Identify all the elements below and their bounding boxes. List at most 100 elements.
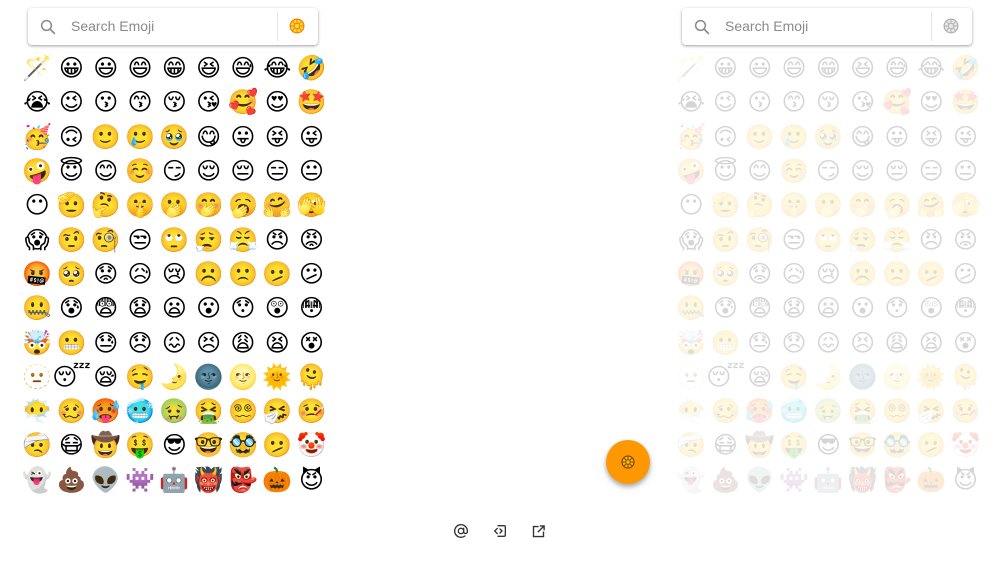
right-emoji-button[interactable]: 😇: [708, 154, 742, 188]
left-emoji-button[interactable]: 😦: [157, 291, 191, 325]
left-emoji-button[interactable]: 😒: [123, 222, 157, 256]
left-emoji-button[interactable]: 😔: [226, 154, 260, 188]
right-emoji-button[interactable]: 😍: [914, 85, 948, 119]
left-emoji-button[interactable]: 🥰: [226, 85, 260, 119]
right-emoji-button[interactable]: 😱: [674, 222, 708, 256]
left-emoji-button[interactable]: 🤪: [20, 154, 54, 188]
right-emoji-button[interactable]: 😐: [948, 154, 982, 188]
left-emoji-button[interactable]: 👺: [226, 463, 260, 497]
right-emoji-button[interactable]: 👺: [880, 463, 914, 497]
left-emoji-button[interactable]: 😌: [191, 154, 225, 188]
right-emoji-button[interactable]: 🤢: [811, 394, 845, 428]
left-emoji-button[interactable]: 🌞: [260, 360, 294, 394]
right-emoji-button[interactable]: 😟: [743, 257, 777, 291]
left-emoji-button[interactable]: 🤑: [123, 428, 157, 462]
right-emoji-button[interactable]: ☹️: [845, 257, 879, 291]
right-emoji-button[interactable]: 🤭: [845, 188, 879, 222]
right-emoji-button[interactable]: 😓: [743, 325, 777, 359]
left-emoji-button[interactable]: 🤖: [157, 463, 191, 497]
left-emoji-button[interactable]: 😵‍💫: [226, 394, 260, 428]
right-emoji-button[interactable]: 🥸: [880, 428, 914, 462]
right-emoji-button[interactable]: 🤬: [674, 257, 708, 291]
right-emoji-button[interactable]: 😆: [845, 51, 879, 85]
left-emoji-button[interactable]: 😱: [20, 222, 54, 256]
left-emoji-button[interactable]: 😞: [123, 325, 157, 359]
left-emoji-button[interactable]: 🥲: [123, 120, 157, 154]
contact-link[interactable]: [451, 521, 471, 541]
left-emoji-button[interactable]: 🤩: [294, 85, 328, 119]
right-emoji-button[interactable]: 🤕: [674, 428, 708, 462]
right-emoji-button[interactable]: 🥹: [811, 120, 845, 154]
right-emoji-button[interactable]: 😉: [708, 85, 742, 119]
right-emoji-button[interactable]: 🫤: [914, 428, 948, 462]
left-emoji-button[interactable]: 🫤: [260, 428, 294, 462]
left-emoji-button[interactable]: 🥶: [123, 394, 157, 428]
left-emoji-button[interactable]: 😇: [54, 154, 88, 188]
right-emoji-button[interactable]: 😨: [743, 291, 777, 325]
right-emoji-button[interactable]: 😔: [880, 154, 914, 188]
emoji-kitchen-mode-button-disabled[interactable]: [940, 15, 962, 37]
left-emoji-button[interactable]: 😁: [157, 51, 191, 85]
right-emoji-button[interactable]: 🫢: [811, 188, 845, 222]
left-emoji-button[interactable]: 🤠: [89, 428, 123, 462]
left-emoji-button[interactable]: 😐: [294, 154, 328, 188]
right-emoji-button[interactable]: ☺️: [777, 154, 811, 188]
right-emoji-button[interactable]: 🤨: [708, 222, 742, 256]
right-emoji-button[interactable]: 😗: [743, 85, 777, 119]
right-emoji-button[interactable]: 😀: [708, 51, 742, 85]
left-emoji-button[interactable]: 🥹: [157, 120, 191, 154]
left-emoji-button[interactable]: 🥳: [20, 120, 54, 154]
left-emoji-button[interactable]: 🫥: [20, 360, 54, 394]
left-emoji-button[interactable]: 😮: [191, 291, 225, 325]
left-emoji-button[interactable]: 🙂: [89, 120, 123, 154]
left-emoji-button[interactable]: 🤫: [123, 188, 157, 222]
right-emoji-button[interactable]: 😏: [811, 154, 845, 188]
right-emoji-button[interactable]: 😤: [880, 222, 914, 256]
right-emoji-button[interactable]: 🤔: [743, 188, 777, 222]
left-emoji-button[interactable]: 😶: [20, 188, 54, 222]
right-emoji-button[interactable]: 😵‍💫: [880, 394, 914, 428]
right-emoji-button[interactable]: 🤗: [914, 188, 948, 222]
left-emoji-button[interactable]: 😵: [294, 325, 328, 359]
left-emoji-button[interactable]: 😯: [226, 291, 260, 325]
right-emoji-button[interactable]: 🌚: [845, 360, 879, 394]
left-emoji-button[interactable]: 😈: [294, 463, 328, 497]
left-emoji-button[interactable]: 😶‍🌫️: [20, 394, 54, 428]
left-emoji-button[interactable]: 😓: [89, 325, 123, 359]
left-emoji-button[interactable]: 😧: [123, 291, 157, 325]
right-emoji-button[interactable]: 😝: [914, 120, 948, 154]
right-emoji-button[interactable]: 🥱: [880, 188, 914, 222]
left-emoji-button[interactable]: 🙁: [226, 257, 260, 291]
right-emoji-button[interactable]: 🪄: [674, 51, 708, 85]
right-emoji-button[interactable]: 😃: [743, 51, 777, 85]
left-emoji-button[interactable]: 🤢: [157, 394, 191, 428]
left-emoji-button[interactable]: 🤡: [294, 428, 328, 462]
left-emoji-button[interactable]: 😣: [191, 325, 225, 359]
left-emoji-button[interactable]: 😮‍💨: [191, 222, 225, 256]
left-emoji-button[interactable]: 😉: [54, 85, 88, 119]
left-emoji-button[interactable]: 😩: [226, 325, 260, 359]
right-emoji-button[interactable]: 😌: [845, 154, 879, 188]
right-emoji-button[interactable]: 🫤: [914, 257, 948, 291]
right-emoji-button[interactable]: 🙁: [880, 257, 914, 291]
right-emoji-button[interactable]: 🧐: [743, 222, 777, 256]
left-emoji-button[interactable]: 🫤: [260, 257, 294, 291]
right-emoji-button[interactable]: 😶‍🌫️: [674, 394, 708, 428]
left-emoji-button[interactable]: 🤒: [294, 394, 328, 428]
left-emoji-button[interactable]: 🤨: [54, 222, 88, 256]
left-emoji-button[interactable]: 🌛: [157, 360, 191, 394]
right-emoji-button[interactable]: 🤯: [674, 325, 708, 359]
right-emoji-button[interactable]: 🥳: [674, 120, 708, 154]
right-emoji-button[interactable]: 😳: [948, 291, 982, 325]
right-emoji-button[interactable]: 🤩: [948, 85, 982, 119]
left-emoji-button[interactable]: 🌝: [226, 360, 260, 394]
right-emoji-button[interactable]: 🤖: [811, 463, 845, 497]
left-emoji-button[interactable]: 🫠: [294, 360, 328, 394]
left-emoji-button[interactable]: 🥺: [54, 257, 88, 291]
right-emoji-button[interactable]: 😢: [811, 257, 845, 291]
right-emoji-button[interactable]: 😖: [811, 325, 845, 359]
right-emoji-button[interactable]: 😮: [845, 291, 879, 325]
right-emoji-button[interactable]: 🙄: [811, 222, 845, 256]
right-emoji-button[interactable]: 😂: [914, 51, 948, 85]
left-emoji-button[interactable]: 😕: [294, 257, 328, 291]
